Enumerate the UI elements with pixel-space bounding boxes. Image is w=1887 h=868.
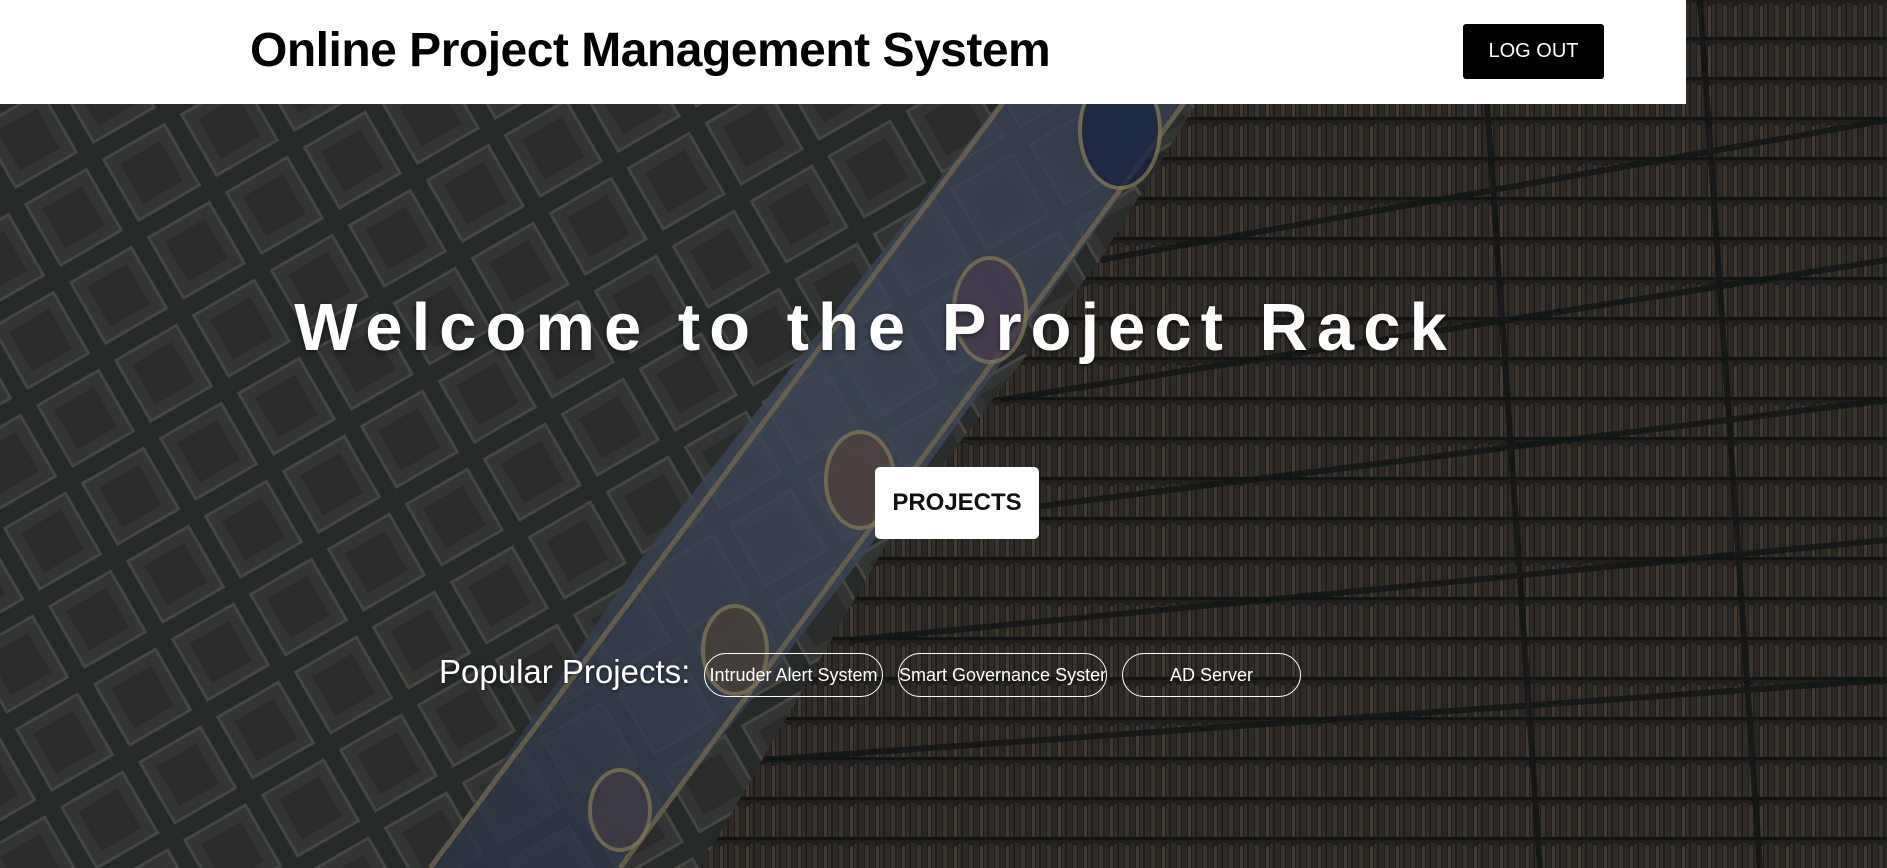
projects-button[interactable]: PROJECTS (875, 467, 1039, 539)
logout-button[interactable]: LOG OUT (1463, 24, 1604, 79)
page: Online Project Management System LOG OUT… (0, 0, 1887, 868)
popular-project-chip[interactable]: Intruder Alert System (704, 653, 883, 697)
welcome-heading: Welcome to the Project Rack (294, 290, 1456, 365)
library-background-image (0, 0, 1887, 868)
popular-project-chip[interactable]: AD Server (1122, 653, 1301, 697)
app-title: Online Project Management System (250, 24, 1051, 77)
popular-project-chip[interactable]: Smart Governance System (898, 653, 1107, 697)
popular-projects-label: Popular Projects: (439, 653, 691, 690)
top-header: Online Project Management System LOG OUT (0, 0, 1686, 104)
